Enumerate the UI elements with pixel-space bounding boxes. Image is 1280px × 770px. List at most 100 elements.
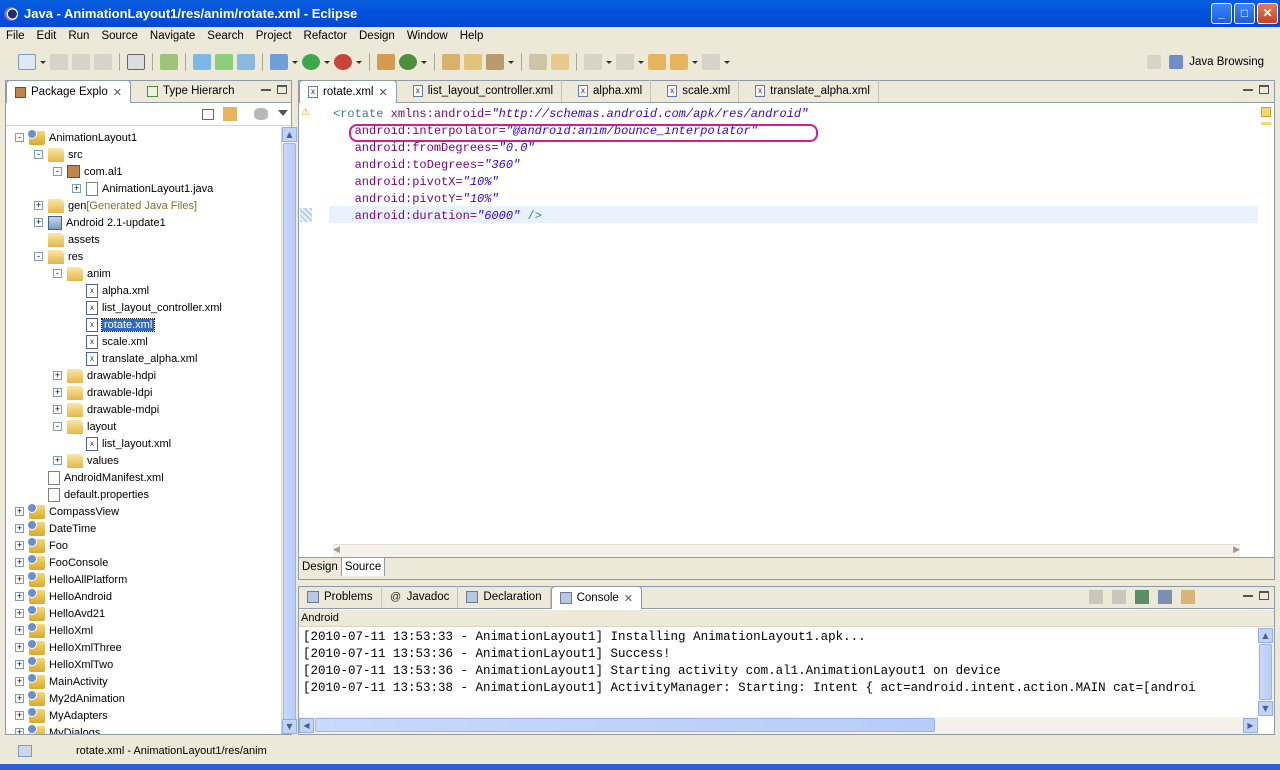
explorer-scrollbar[interactable]: ▲ ▼	[281, 127, 297, 734]
minimize-button[interactable]: _	[1211, 3, 1232, 24]
expand-icon[interactable]: +	[15, 575, 24, 584]
close-icon[interactable]: ✕	[379, 86, 388, 99]
expand-icon[interactable]: +	[15, 507, 24, 516]
close-button[interactable]: ✕	[1257, 3, 1278, 24]
maximize-button[interactable]: □	[1234, 3, 1255, 24]
scroll-down-arrow-icon[interactable]: ▼	[282, 719, 297, 734]
new-package-dropdown-icon[interactable]	[421, 54, 427, 70]
console-tab[interactable]: Declaration	[458, 586, 551, 608]
tree-item[interactable]: + DateTime	[15, 519, 96, 537]
editor-hscrollbar[interactable]: ◀ ▶	[333, 544, 1240, 558]
next-annotation-icon[interactable]	[584, 54, 602, 70]
scroll-thumb[interactable]	[283, 143, 296, 721]
tab-package-explorer[interactable]: Package Explo ✕	[6, 80, 131, 103]
tree-item[interactable]: + HelloXml	[15, 621, 93, 639]
link-with-editor-icon[interactable]	[223, 107, 237, 121]
tree-item[interactable]: + drawable-ldpi	[53, 384, 152, 401]
last-edit-location-icon[interactable]	[648, 54, 666, 70]
tree-item[interactable]: + MyAdapters	[15, 706, 108, 724]
expand-icon[interactable]: +	[15, 711, 24, 720]
tree-item[interactable]: + values	[53, 452, 119, 469]
expand-icon[interactable]: +	[72, 184, 81, 193]
tree-item[interactable]: + HelloAllPlatform	[15, 570, 127, 588]
open-type-icon[interactable]	[442, 54, 460, 70]
tree-item[interactable]: x alpha.xml	[72, 282, 149, 299]
new-class-icon[interactable]	[377, 54, 395, 70]
expand-icon[interactable]: +	[15, 694, 24, 703]
expand-icon[interactable]: +	[34, 218, 43, 227]
tree-item[interactable]: - src	[34, 146, 83, 163]
menu-help[interactable]: Help	[454, 30, 490, 42]
perspective-switcher[interactable]: Java Browsing	[1139, 52, 1270, 72]
new-dropdown-icon[interactable]	[40, 54, 46, 70]
new-xml-icon[interactable]	[237, 54, 255, 70]
menu-project[interactable]: Project	[250, 30, 298, 42]
tree-item[interactable]: - anim	[53, 265, 111, 282]
close-icon[interactable]: ✕	[624, 592, 633, 605]
back-icon[interactable]	[670, 54, 688, 70]
console-tab[interactable]: Problems	[299, 586, 382, 608]
tree-item[interactable]: x rotate.xml	[72, 316, 156, 333]
expand-icon[interactable]: +	[15, 592, 24, 601]
overview-warning-icon[interactable]	[1261, 107, 1271, 117]
tree-item[interactable]: + drawable-hdpi	[53, 367, 156, 384]
collapse-icon[interactable]: -	[53, 269, 62, 278]
tree-item[interactable]: - layout	[53, 418, 116, 435]
console-tab[interactable]: Console ✕	[550, 586, 643, 609]
close-icon[interactable]: ✕	[113, 86, 122, 99]
tree-item[interactable]: x scale.xml	[72, 333, 148, 350]
menu-search[interactable]: Search	[201, 30, 249, 42]
tree-item[interactable]: + Android 2.1-update1	[34, 214, 166, 231]
tree-item[interactable]: - AnimationLayout1	[15, 128, 137, 146]
expand-icon[interactable]: +	[53, 388, 62, 397]
tree-item[interactable]: x list_layout.xml	[72, 435, 171, 452]
tree-item[interactable]: + AnimationLayout1.java	[72, 180, 213, 197]
tree-item[interactable]: + HelloXmlThree	[15, 638, 122, 656]
menu-source[interactable]: Source	[95, 30, 143, 42]
overview-warning-mark[interactable]	[1261, 122, 1271, 125]
collapse-icon[interactable]: -	[15, 133, 24, 142]
expand-icon[interactable]: +	[15, 541, 24, 550]
console-vscrollbar[interactable]: ▲ ▼	[1258, 628, 1274, 716]
open-perspective-icon[interactable]	[1147, 55, 1162, 69]
editor-tab[interactable]: x list_layout_controller.xml	[405, 80, 562, 102]
tree-item[interactable]: + drawable-mdpi	[53, 401, 159, 418]
tree-item[interactable]: + MainActivity	[15, 672, 108, 690]
expand-icon[interactable]: +	[15, 609, 24, 618]
tree-item[interactable]: assets	[34, 231, 100, 248]
expand-icon[interactable]: +	[15, 677, 24, 686]
view-menu-icon[interactable]	[278, 110, 288, 121]
console-output[interactable]: [2010-07-11 13:53:33 - AnimationLayout1]…	[299, 628, 1258, 716]
scroll-up-arrow-icon[interactable]: ▲	[282, 127, 297, 142]
tree-item[interactable]: default.properties	[34, 486, 149, 503]
editor-tab[interactable]: x alpha.xml	[570, 80, 652, 102]
minimize-editor-icon[interactable]	[1243, 89, 1253, 91]
editor-tab[interactable]: x rotate.xml ✕	[299, 80, 397, 103]
debug-icon[interactable]	[270, 54, 288, 70]
open-folder-icon[interactable]	[464, 54, 482, 70]
pin-console-icon[interactable]	[1135, 590, 1149, 604]
debug-dropdown-icon[interactable]	[292, 54, 298, 70]
tab-type-hierarchy[interactable]: Type Hierarch	[139, 80, 243, 102]
tab-source[interactable]: Source	[341, 558, 386, 576]
tree-item[interactable]: + CompassView	[15, 502, 119, 520]
menu-design[interactable]: Design	[353, 30, 401, 42]
open-console-icon[interactable]	[1181, 590, 1195, 604]
expand-icon[interactable]: +	[15, 626, 24, 635]
save-all-icon[interactable]	[72, 54, 90, 70]
console-vscroll-thumb[interactable]	[1259, 644, 1272, 700]
show-whitespace-icon[interactable]	[551, 54, 569, 70]
external-tools-icon[interactable]	[334, 54, 352, 70]
console-scroll-up-icon[interactable]: ▲	[1258, 628, 1273, 643]
expand-icon[interactable]: +	[15, 558, 24, 567]
minimize-console-icon[interactable]	[1243, 595, 1253, 597]
forward-dropdown-icon[interactable]	[724, 54, 730, 70]
xml-source-editor[interactable]: <rotate xmlns:android="http://schemas.an…	[313, 104, 1258, 524]
clear-console-icon[interactable]	[1089, 590, 1103, 604]
console-tab[interactable]: @ Javadoc	[382, 586, 459, 608]
collapse-icon[interactable]: -	[34, 150, 43, 159]
external-tools-dropdown-icon[interactable]	[356, 54, 362, 70]
tab-design[interactable]: Design	[299, 558, 342, 576]
tree-item[interactable]: + My2dAnimation	[15, 689, 125, 707]
tree-item[interactable]: - com.al1	[53, 163, 123, 180]
